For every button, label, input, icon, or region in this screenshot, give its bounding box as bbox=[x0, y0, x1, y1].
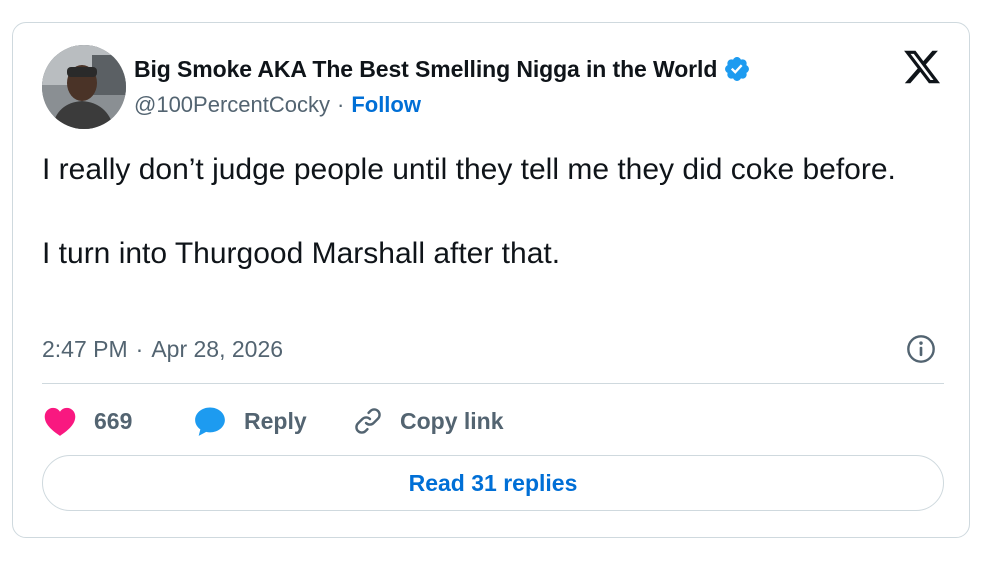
author-handle[interactable]: @100PercentCocky bbox=[134, 92, 330, 118]
tweet-timestamp[interactable]: 2:47 PM · Apr 28, 2026 bbox=[42, 331, 283, 367]
heart-icon bbox=[44, 407, 76, 436]
author-display-name[interactable]: Big Smoke AKA The Best Smelling Nigga in… bbox=[134, 56, 717, 83]
reply-label: Reply bbox=[244, 407, 307, 434]
tweet-actions: 669 Reply Copy link bbox=[42, 401, 504, 441]
copy-link-label: Copy link bbox=[400, 407, 504, 434]
like-button[interactable]: 669 bbox=[42, 405, 192, 437]
avatar[interactable] bbox=[42, 45, 126, 129]
separator-dot: · bbox=[135, 335, 144, 362]
tweet-time: 2:47 PM bbox=[42, 335, 128, 362]
divider bbox=[42, 383, 944, 384]
avatar-photo bbox=[42, 45, 126, 129]
separator-dot: · bbox=[336, 92, 345, 117]
tweet-date: Apr 28, 2026 bbox=[151, 335, 284, 362]
speech-bubble-icon bbox=[195, 407, 225, 436]
tweet-text: I really don’t judge people until they t… bbox=[42, 153, 896, 270]
author-handle-row: @100PercentCocky · Follow bbox=[134, 89, 421, 121]
author-name-row: Big Smoke AKA The Best Smelling Nigga in… bbox=[134, 53, 751, 85]
read-replies-button[interactable]: Read 31 replies bbox=[42, 455, 944, 511]
like-count: 669 bbox=[94, 407, 133, 434]
x-logo-icon[interactable] bbox=[901, 47, 943, 87]
tweet-embed-card: Big Smoke AKA The Best Smelling Nigga in… bbox=[12, 22, 970, 538]
reply-button[interactable]: Reply bbox=[192, 404, 352, 438]
link-icon bbox=[355, 408, 381, 434]
verified-badge-icon bbox=[723, 55, 751, 83]
copy-link-button[interactable]: Copy link bbox=[352, 405, 504, 437]
follow-button[interactable]: Follow bbox=[351, 92, 421, 118]
info-icon[interactable] bbox=[905, 333, 937, 365]
